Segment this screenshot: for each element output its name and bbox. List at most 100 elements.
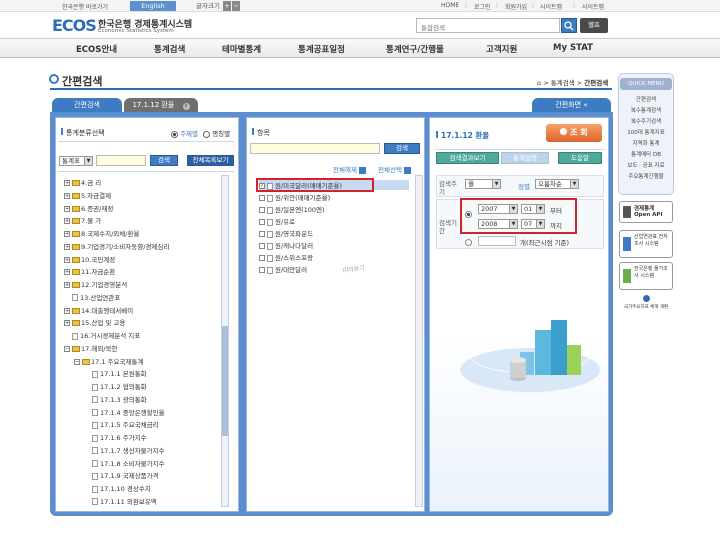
item-checkbox[interactable] [259,195,265,201]
tree-item[interactable]: 17.1.8 소비자물가지수 [84,458,165,469]
tree-item[interactable]: 13.산업연관표 [64,292,120,303]
expand-icon[interactable]: + [64,256,70,263]
tree-item[interactable]: +10.국민계정 [64,254,115,265]
tree-scrollbar[interactable] [221,175,229,507]
quick-menu-item[interactable]: 복수주기검색 [620,117,672,125]
bok-home-link[interactable]: 한국은행 바로가기 [62,2,108,11]
period-recent-radio[interactable] [465,239,472,246]
recent-count-input[interactable] [478,236,516,246]
item-row[interactable]: 원/스위스프랑 [259,252,313,262]
item-scrollbar[interactable] [415,175,423,507]
nav-stat-search[interactable]: 통계검색 [154,43,185,55]
item-checkbox[interactable] [259,231,265,237]
signup-link[interactable]: 회원가입 [505,2,527,11]
expand-icon[interactable]: + [64,243,70,250]
tree-item[interactable]: 17.1.3 광의통화 [84,394,147,405]
deselect-all-button[interactable]: 전체해제 [333,164,366,174]
home-icon[interactable]: ⌂ [537,79,541,87]
query-button[interactable]: 조 회 [546,124,602,142]
item-row[interactable]: 원/캐나다달러 [259,240,313,250]
scrollbar-thumb[interactable] [222,326,228,436]
tree-item[interactable]: +8.국제수지/외채/환율 [64,228,139,239]
tree-item[interactable]: 17.1.4 중앙은행할인율 [84,407,165,418]
to-month-select[interactable]: 07 ▼ [521,219,545,229]
nav-ecos-intro[interactable]: ECOS안내 [76,43,117,55]
expand-icon[interactable]: + [64,307,70,314]
quick-menu-item[interactable]: 지역화 통계 [620,139,672,147]
tab-help[interactable]: 도움말 [558,152,602,164]
ecos-logo[interactable]: ECOS 한국은행 경제통계시스템 Economic Statistics Sy… [52,16,252,38]
item-checkbox[interactable] [259,267,265,273]
login-link[interactable]: 로그인 [474,2,491,11]
collapse-icon[interactable]: − [74,358,80,365]
tree-item[interactable]: 17.1.7 생산자물가지수 [84,445,165,456]
tree-item[interactable]: +14.대출행태서베이 [64,305,133,316]
nav-theme-stats[interactable]: 테마별통계 [222,43,261,55]
sitemap-link[interactable]: 사이트맵 [540,2,562,11]
select-all-button[interactable]: 전체선택 [378,164,411,174]
tree-item[interactable]: − 17.해외/북한 [64,343,117,354]
quick-menu-item[interactable]: 복수통계검색 [620,106,672,114]
tree-item[interactable]: 17.1.1 본원통화 [84,368,147,379]
tree-item[interactable]: +6.증권/재정 [64,203,113,214]
home-link[interactable]: HOME [441,2,459,9]
search-button[interactable] [561,18,577,33]
expand-icon[interactable]: + [64,231,70,237]
tree-item[interactable]: +11.자금순환 [64,266,115,277]
quick-menu-item[interactable]: 100대 통계지표 [620,128,672,136]
english-button[interactable]: English [130,1,176,11]
tree-item[interactable]: 17.1.6 주가지수 [84,432,147,443]
indicator-reform-link[interactable]: 국가주요지표 체계 개편 [619,295,673,313]
nav-support[interactable]: 고객지원 [486,43,517,55]
item-row[interactable]: 원/위안(매매기준율) [259,192,330,202]
tree-item[interactable]: 17.1.11 외환보유액 [84,496,157,507]
to-year-select[interactable]: 2008 ▼ [478,219,518,229]
item-row[interactable]: 원/일본엔(100엔) [259,204,325,214]
expand-icon[interactable]: + [64,320,70,327]
expand-icon[interactable]: + [64,269,70,276]
io-survey-banner[interactable]: 산업연관표 전자조사 시스템 [619,230,673,258]
cycle-select[interactable]: 월 ▼ [465,179,501,189]
quick-menu-item[interactable]: 주요통계간행물 [620,172,672,180]
tree-item[interactable]: 17.1.5 주요국채금리 [84,419,159,430]
tab-exchange-rate[interactable]: 17.1.12 환율 x [124,98,198,112]
tree-item[interactable]: 17.1.10 경상수지 [84,483,151,494]
from-year-select[interactable]: 2007 ▼ [478,204,518,214]
tree-item[interactable]: 17.1.2 협의통화 [84,381,147,392]
item-row[interactable]: 원/영국파운드 [259,228,313,238]
view-all-button[interactable]: 전체목록보기 [187,155,234,166]
simple-view-toggle[interactable]: 간편화면 « [532,98,611,112]
period-range-radio[interactable] [465,211,472,218]
tab-results[interactable]: 검색결과보기 [436,152,499,164]
tree-item[interactable]: +15.산업 및 고용 [64,317,125,328]
item-checkbox[interactable] [259,255,265,261]
tree-item[interactable]: 17.1.9 국제상품가격 [84,470,159,481]
order-select[interactable]: 오름차순 ▼ [535,179,579,189]
font-minus-button[interactable]: − [232,1,240,11]
open-api-banner[interactable]: 경제통계 Open API [619,201,673,223]
expand-icon[interactable]: + [64,192,70,199]
tree-item[interactable]: 16.거시경제분석 지표 [64,330,140,341]
tree-item[interactable]: +5.자금결제 [64,190,111,201]
stat-type-select[interactable]: 통계표 ▼ [59,156,93,166]
expand-icon[interactable]: + [64,180,70,186]
tree-item[interactable]: − 17.1 주요국제통계 [74,356,143,367]
radio-by-name[interactable] [203,130,211,138]
font-plus-button[interactable]: + [223,1,231,11]
item-row[interactable]: 원/대만달러 [259,264,307,274]
quick-menu-item[interactable]: 통계메타 DB [620,150,672,158]
tab-description[interactable]: 통계설명 [501,152,549,164]
tree-item[interactable]: +4.금 리 [64,177,101,188]
expand-icon[interactable]: + [64,282,70,288]
quick-menu-item[interactable]: 간편검색 [620,95,672,103]
expand-icon[interactable]: + [64,218,70,225]
radio-by-topic[interactable] [171,130,178,138]
category-search-button[interactable]: 검색 [150,155,178,166]
tab-simple-search[interactable]: 간편검색 [52,98,122,112]
breadcrumb-item[interactable]: 통계검색 [551,79,575,87]
item-checkbox[interactable] [259,219,265,225]
item-search-input[interactable] [250,143,380,154]
quick-menu-item[interactable]: 보도 · 공표 자료 [620,161,672,169]
item-checkbox[interactable] [259,207,265,213]
nav-research[interactable]: 통계연구/간행물 [386,43,444,55]
